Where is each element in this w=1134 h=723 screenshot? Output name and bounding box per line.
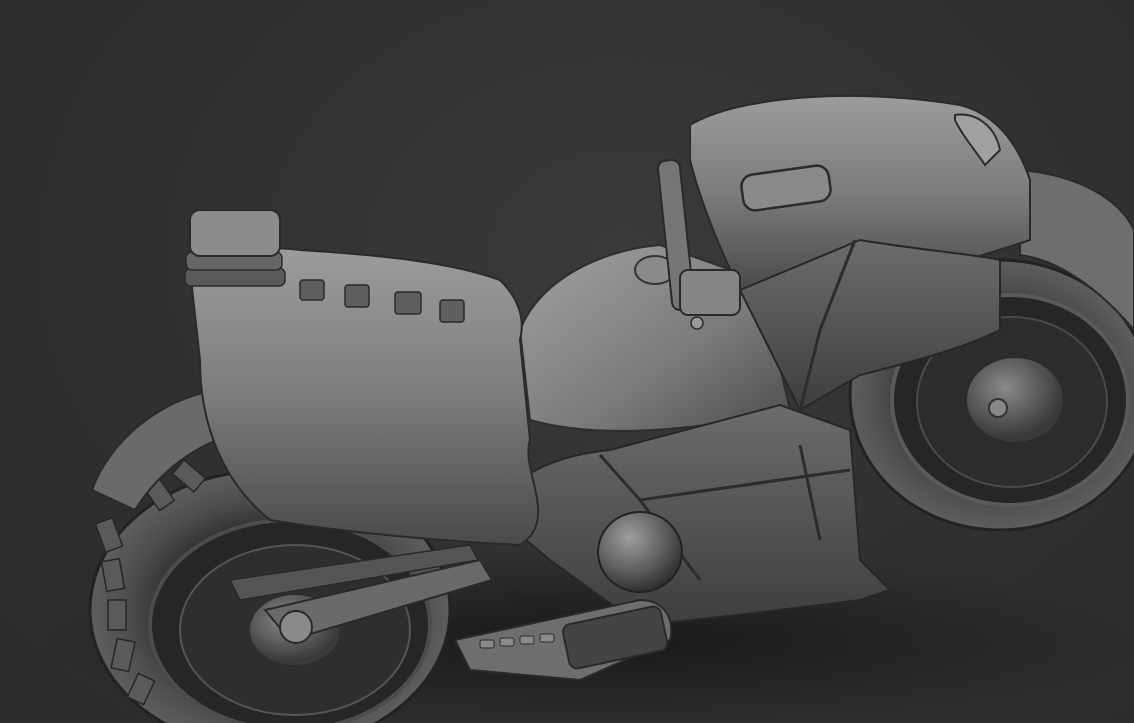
motorcycle-render	[40, 94, 1134, 723]
render-viewport	[0, 0, 1134, 723]
engine-cover	[597, 511, 683, 593]
tail-light	[184, 209, 286, 287]
